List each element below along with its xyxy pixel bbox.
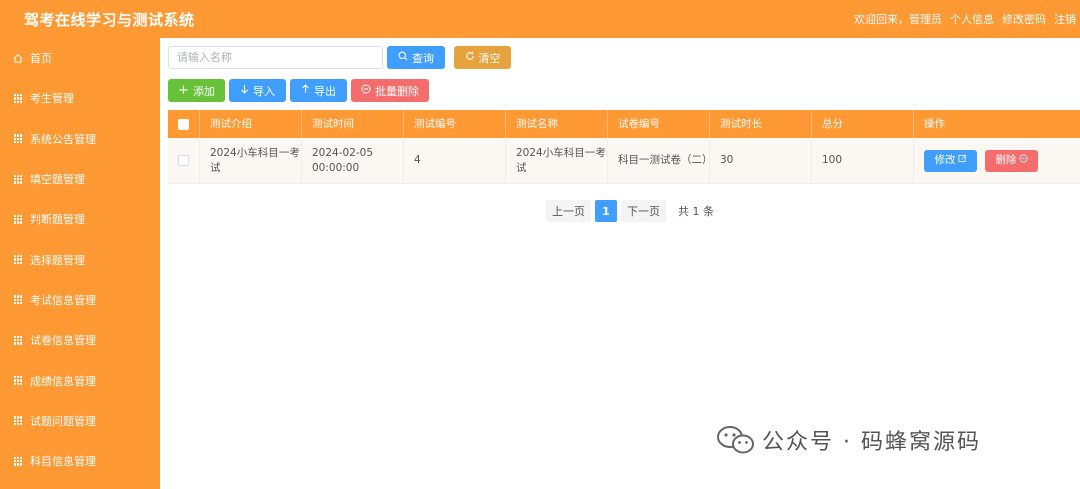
sidebar-item-exam-info[interactable]: 考试信息管理 — [0, 280, 160, 320]
cell-intro: 2024小车科目一考试 — [200, 138, 302, 183]
main-content: 查询 清空 + 添加 导入 导出 批量删除 测试介绍 测试时间 测试编号 测试名… — [160, 38, 1080, 489]
sidebar-item-label: 选择题管理 — [30, 253, 85, 267]
sidebar-item-examinee[interactable]: 考生管理 — [0, 78, 160, 118]
add-button-label: 添加 — [192, 84, 215, 98]
grid-icon — [13, 214, 23, 224]
batch-delete-button[interactable]: 批量删除 — [351, 79, 429, 102]
grid-icon — [13, 134, 23, 144]
sidebar-item-label: 判断题管理 — [30, 213, 85, 227]
sidebar-item-true-false[interactable]: 判断题管理 — [0, 199, 160, 239]
grid-icon — [13, 376, 23, 386]
import-button[interactable]: 导入 — [229, 79, 286, 102]
column-header[interactable]: 测试时长 — [710, 110, 812, 138]
sidebar-item-label: 考生管理 — [30, 92, 74, 106]
column-header[interactable]: 测试编号 — [404, 110, 506, 138]
logout-link[interactable]: 注销 — [1054, 11, 1076, 27]
table-header: 测试介绍 测试时间 测试编号 测试名称 试卷编号 测试时长 总分 操作 — [168, 110, 1080, 138]
row-checkbox[interactable] — [168, 138, 200, 183]
import-button-label: 导入 — [253, 84, 275, 98]
grid-icon — [13, 93, 23, 103]
sidebar-item-label: 考试信息管理 — [30, 293, 96, 307]
batch-delete-button-label: 批量删除 — [375, 84, 419, 98]
plus-icon: + — [178, 82, 189, 98]
sidebar-item-paper-info[interactable]: 试卷信息管理 — [0, 320, 160, 360]
cell-duration: 30 — [710, 138, 812, 183]
home-icon — [13, 53, 23, 63]
grid-icon — [13, 255, 23, 265]
watermark-text: 公众号 · 码蜂窝源码 — [762, 430, 981, 455]
column-header[interactable]: 总分 — [812, 110, 914, 138]
edit-button-label: 修改 — [934, 154, 956, 166]
sidebar-item-label: 系统公告管理 — [30, 132, 96, 146]
edit-icon — [957, 153, 967, 168]
prev-page-button[interactable]: 上一页 — [546, 200, 591, 222]
export-button[interactable]: 导出 — [290, 79, 347, 102]
refresh-icon — [465, 51, 475, 64]
minus-circle-icon — [1018, 153, 1028, 168]
sidebar-item-fill-blank[interactable]: 填空题管理 — [0, 159, 160, 199]
sidebar-item-label: 试题问题管理 — [30, 414, 96, 428]
sidebar-item-announcement[interactable]: 系统公告管理 — [0, 119, 160, 159]
minus-circle-icon — [361, 84, 371, 97]
column-header: 操作 — [924, 117, 945, 130]
search-input[interactable] — [168, 46, 383, 69]
sidebar-item-home[interactable]: 首页 — [0, 38, 160, 78]
column-header[interactable]: 测试时间 — [302, 110, 404, 138]
sidebar-item-label: 试卷信息管理 — [30, 334, 96, 348]
column-header[interactable]: 测试名称 — [506, 110, 608, 138]
sidebar-menu: 首页 考生管理 系统公告管理 填空题管理 判断题管理 选择题管理 考试信息管理 … — [0, 38, 160, 489]
cell-name: 2024小车科目一考试 — [506, 138, 608, 183]
grid-icon — [13, 335, 23, 345]
sidebar-item-label: 填空题管理 — [30, 173, 85, 187]
page-number-current[interactable]: 1 — [595, 200, 617, 222]
sidebar-item-label: 首页 — [30, 52, 52, 66]
grid-icon — [13, 416, 23, 426]
sidebar-item-subject-info[interactable]: 科目信息管理 — [0, 441, 160, 481]
grid-icon — [13, 295, 23, 305]
delete-button-label: 删除 — [995, 154, 1017, 166]
query-button-label: 查询 — [412, 51, 434, 65]
top-header: 驾考在线学习与测试系统 欢迎回来，管理员 个人信息 修改密码 注销 — [0, 0, 1080, 38]
next-page-button[interactable]: 下一页 — [621, 200, 666, 222]
data-table: 测试介绍 测试时间 测试编号 测试名称 试卷编号 测试时长 总分 操作 2024… — [168, 110, 1080, 184]
sidebar-item-label: 科目信息管理 — [30, 455, 96, 469]
watermark: 公众号 · 码蜂窝源码 — [716, 424, 981, 456]
reset-button-label: 清空 — [478, 51, 501, 65]
column-header[interactable]: 试卷编号 — [608, 110, 710, 138]
column-header[interactable]: 测试介绍 — [200, 110, 302, 138]
wechat-icon — [716, 424, 756, 456]
arrow-up-icon — [301, 84, 310, 97]
sidebar-item-score-info[interactable]: 成绩信息管理 — [0, 360, 160, 400]
cell-paper: 科目一测试卷（二） — [608, 138, 713, 183]
cell-code: 4 — [404, 138, 506, 183]
total-count: 共 1 条 — [678, 205, 714, 218]
sidebar-item-choice[interactable]: 选择题管理 — [0, 239, 160, 279]
add-button[interactable]: + 添加 — [168, 79, 225, 102]
search-icon — [398, 51, 408, 64]
cell-actions: 修改 删除 — [914, 138, 1080, 183]
cell-score: 100 — [812, 138, 914, 183]
export-button-label: 导出 — [314, 84, 336, 98]
sidebar-item-label: 成绩信息管理 — [30, 374, 96, 388]
welcome-text: 欢迎回来，管理员 — [854, 13, 942, 26]
change-password-link[interactable]: 修改密码 — [1002, 11, 1046, 27]
grid-icon — [13, 174, 23, 184]
select-all-checkbox[interactable] — [168, 110, 200, 138]
header-user-area: 欢迎回来，管理员 个人信息 修改密码 注销 — [854, 11, 1076, 27]
table-row[interactable]: 2024小车科目一考试 2024-02-05 00:00:00 4 2024小车… — [168, 138, 1080, 184]
reset-button[interactable]: 清空 — [454, 46, 511, 69]
cell-time: 2024-02-05 00:00:00 — [302, 138, 404, 183]
edit-button[interactable]: 修改 — [924, 149, 977, 172]
grid-icon — [13, 456, 23, 466]
query-button[interactable]: 查询 — [387, 46, 445, 69]
pagination: 上一页 1 下一页 共 1 条 — [546, 200, 714, 222]
delete-button[interactable]: 删除 — [985, 149, 1038, 172]
arrow-down-icon — [240, 84, 249, 97]
sidebar-item-question-issue[interactable]: 试题问题管理 — [0, 401, 160, 441]
app-title: 驾考在线学习与测试系统 — [24, 11, 195, 29]
profile-link[interactable]: 个人信息 — [950, 11, 994, 27]
